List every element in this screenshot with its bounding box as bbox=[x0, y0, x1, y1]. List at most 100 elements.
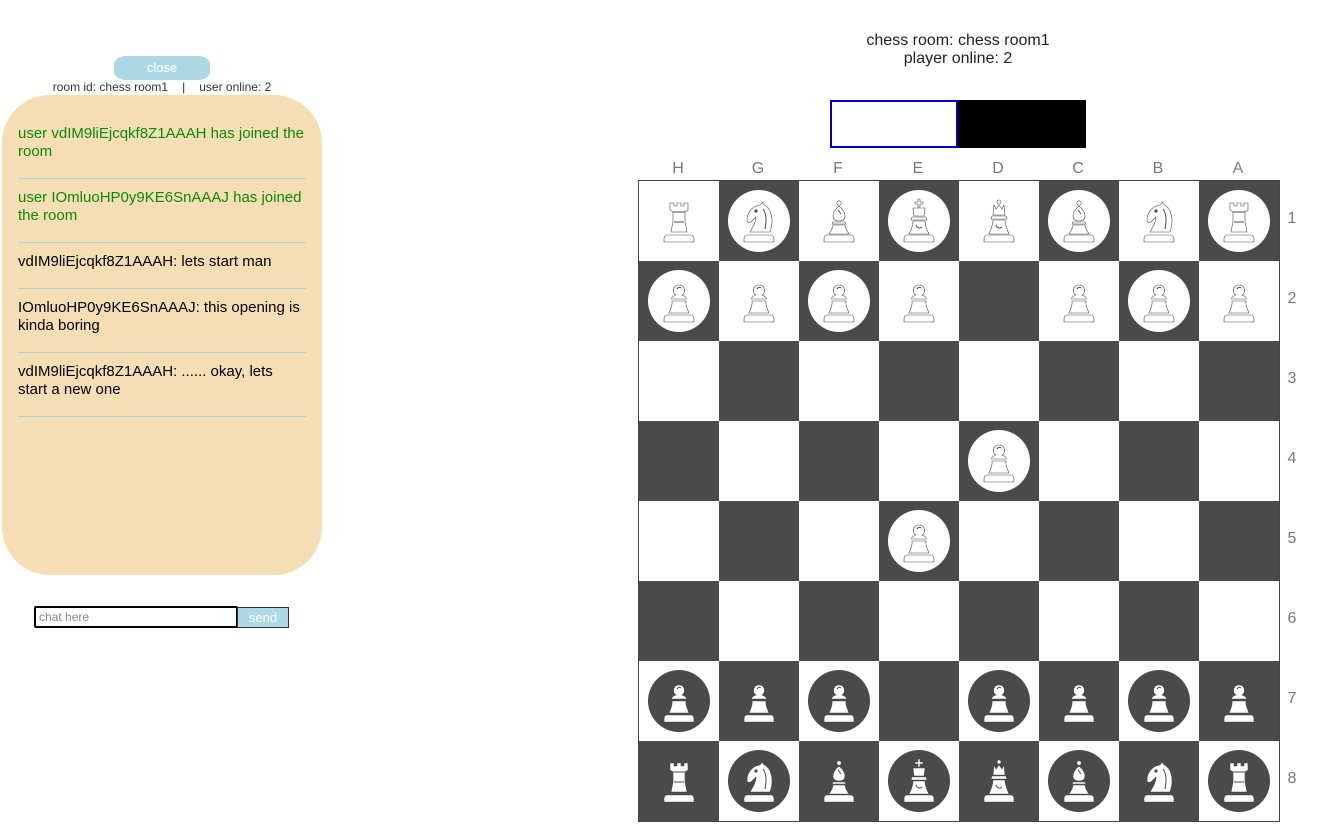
pawn-icon[interactable] bbox=[1128, 270, 1190, 332]
board-square[interactable] bbox=[1199, 661, 1279, 741]
rook-icon[interactable] bbox=[1208, 750, 1270, 812]
board-square[interactable] bbox=[959, 501, 1039, 581]
board-square[interactable] bbox=[1119, 181, 1199, 261]
close-button[interactable]: close bbox=[114, 56, 210, 80]
board-square[interactable] bbox=[1199, 741, 1279, 821]
board-square[interactable] bbox=[1199, 181, 1279, 261]
board-square[interactable] bbox=[799, 261, 879, 341]
pawn-icon[interactable] bbox=[1048, 270, 1110, 332]
pawn-icon[interactable] bbox=[728, 670, 790, 732]
knight-icon[interactable] bbox=[728, 750, 790, 812]
board-square[interactable] bbox=[879, 661, 959, 741]
board-square[interactable] bbox=[879, 261, 959, 341]
board-square[interactable] bbox=[719, 421, 799, 501]
board-square[interactable] bbox=[639, 421, 719, 501]
board-square[interactable] bbox=[1039, 421, 1119, 501]
board-square[interactable] bbox=[639, 661, 719, 741]
knight-icon[interactable] bbox=[1128, 190, 1190, 252]
board-square[interactable] bbox=[719, 741, 799, 821]
knight-icon[interactable] bbox=[1128, 750, 1190, 812]
board-square[interactable] bbox=[719, 501, 799, 581]
pawn-icon[interactable] bbox=[1208, 670, 1270, 732]
pawn-icon[interactable] bbox=[968, 430, 1030, 492]
pawn-icon[interactable] bbox=[1128, 670, 1190, 732]
board-square[interactable] bbox=[879, 341, 959, 421]
pawn-icon[interactable] bbox=[648, 270, 710, 332]
board-square[interactable] bbox=[1039, 341, 1119, 421]
board-square[interactable] bbox=[1119, 581, 1199, 661]
board-square[interactable] bbox=[799, 581, 879, 661]
bishop-icon[interactable] bbox=[1048, 190, 1110, 252]
board-square[interactable] bbox=[799, 341, 879, 421]
board-square[interactable] bbox=[959, 661, 1039, 741]
bishop-icon[interactable] bbox=[1048, 750, 1110, 812]
knight-icon[interactable] bbox=[728, 190, 790, 252]
pawn-icon[interactable] bbox=[728, 270, 790, 332]
board-square[interactable] bbox=[959, 341, 1039, 421]
board-square[interactable] bbox=[959, 421, 1039, 501]
pawn-icon[interactable] bbox=[808, 670, 870, 732]
rook-icon[interactable] bbox=[1208, 190, 1270, 252]
chat-input[interactable] bbox=[34, 606, 238, 628]
chat-message-list[interactable]: user vdIM9liEjcqkf8Z1AAAH has joined the… bbox=[2, 95, 322, 575]
board-square[interactable] bbox=[879, 741, 959, 821]
rook-icon[interactable] bbox=[648, 750, 710, 812]
board-square[interactable] bbox=[1039, 261, 1119, 341]
board-square[interactable] bbox=[799, 421, 879, 501]
board-square[interactable] bbox=[1039, 181, 1119, 261]
queen-icon[interactable] bbox=[968, 750, 1030, 812]
board-square[interactable] bbox=[1199, 341, 1279, 421]
board-square[interactable] bbox=[1119, 341, 1199, 421]
king-icon[interactable] bbox=[888, 190, 950, 252]
board-square[interactable] bbox=[1119, 421, 1199, 501]
board-square[interactable] bbox=[1119, 501, 1199, 581]
board-square[interactable] bbox=[639, 741, 719, 821]
board-square[interactable] bbox=[719, 661, 799, 741]
board-square[interactable] bbox=[639, 261, 719, 341]
board-square[interactable] bbox=[1199, 581, 1279, 661]
pawn-icon[interactable] bbox=[808, 270, 870, 332]
queen-icon[interactable] bbox=[968, 190, 1030, 252]
board-square[interactable] bbox=[639, 501, 719, 581]
pawn-icon[interactable] bbox=[888, 510, 950, 572]
board-square[interactable] bbox=[1199, 501, 1279, 581]
bishop-icon[interactable] bbox=[808, 190, 870, 252]
board-square[interactable] bbox=[959, 581, 1039, 661]
board-square[interactable] bbox=[879, 421, 959, 501]
board-square[interactable] bbox=[959, 261, 1039, 341]
board-square[interactable] bbox=[639, 341, 719, 421]
board-square[interactable] bbox=[719, 181, 799, 261]
board-square[interactable] bbox=[1039, 581, 1119, 661]
board-square[interactable] bbox=[1199, 261, 1279, 341]
board-square[interactable] bbox=[1119, 261, 1199, 341]
board-square[interactable] bbox=[1119, 661, 1199, 741]
board-square[interactable] bbox=[719, 261, 799, 341]
pawn-icon[interactable] bbox=[1048, 670, 1110, 732]
bishop-icon[interactable] bbox=[808, 750, 870, 812]
board-square[interactable] bbox=[879, 181, 959, 261]
board-square[interactable] bbox=[639, 581, 719, 661]
send-button[interactable]: send bbox=[237, 607, 289, 628]
board-square[interactable] bbox=[1039, 741, 1119, 821]
board-square[interactable] bbox=[799, 181, 879, 261]
board-square[interactable] bbox=[879, 501, 959, 581]
board-square[interactable] bbox=[719, 341, 799, 421]
pawn-icon[interactable] bbox=[648, 670, 710, 732]
board-square[interactable] bbox=[799, 661, 879, 741]
king-icon[interactable] bbox=[888, 750, 950, 812]
board-square[interactable] bbox=[879, 581, 959, 661]
board-square[interactable] bbox=[1199, 421, 1279, 501]
board-square[interactable] bbox=[719, 581, 799, 661]
board-square[interactable] bbox=[1039, 501, 1119, 581]
pawn-icon[interactable] bbox=[888, 270, 950, 332]
board-square[interactable] bbox=[799, 741, 879, 821]
board-square[interactable] bbox=[799, 501, 879, 581]
pawn-icon[interactable] bbox=[1208, 270, 1270, 332]
board-square[interactable] bbox=[959, 741, 1039, 821]
rook-icon[interactable] bbox=[648, 190, 710, 252]
board-square[interactable] bbox=[959, 181, 1039, 261]
pawn-icon[interactable] bbox=[968, 670, 1030, 732]
board-square[interactable] bbox=[1119, 741, 1199, 821]
board-square[interactable] bbox=[1039, 661, 1119, 741]
board-square[interactable] bbox=[639, 181, 719, 261]
